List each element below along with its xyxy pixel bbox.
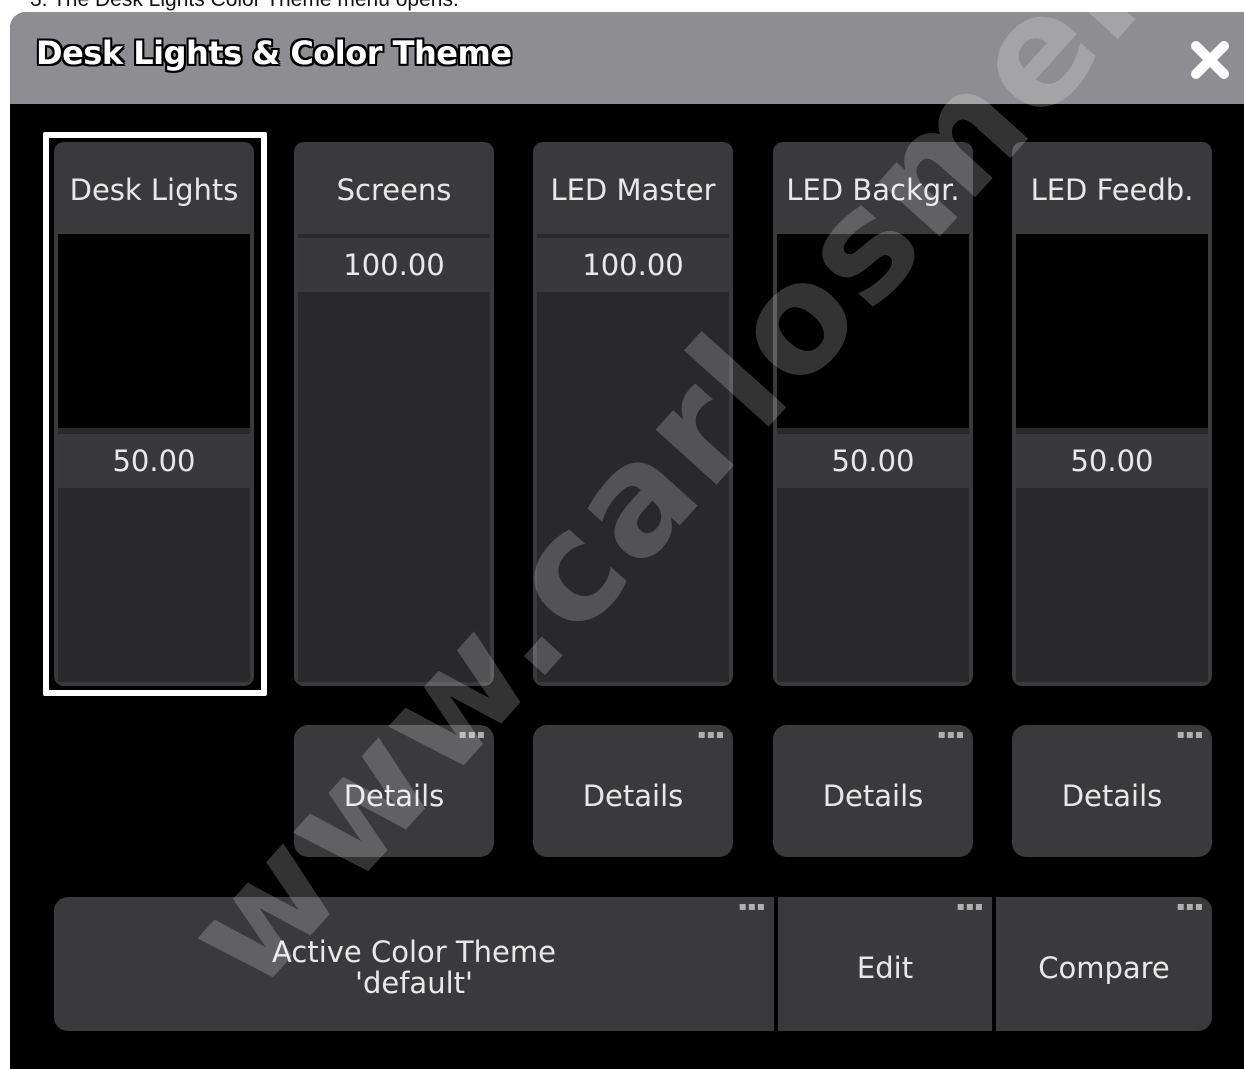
compare-label: Compare xyxy=(1038,951,1170,985)
fader-value: 100.00 xyxy=(298,238,490,292)
details-label: Details xyxy=(343,779,445,813)
fader-value: 50.00 xyxy=(777,434,969,488)
details-button-screens[interactable]: ▪▪▪ Details xyxy=(294,725,494,857)
details-label: Details xyxy=(1061,779,1163,813)
more-dots-icon: ▪▪▪ xyxy=(458,727,486,741)
theme-label: Active Color Theme xyxy=(272,935,556,969)
details-button-led-master[interactable]: ▪▪▪ Details xyxy=(533,725,733,857)
fader-fill xyxy=(537,234,729,682)
theme-name: 'default' xyxy=(355,966,473,1000)
compare-theme-button[interactable]: ▪▪▪ Compare xyxy=(996,897,1212,1031)
more-dots-icon: ▪▪▪ xyxy=(1176,899,1204,913)
more-dots-icon: ▪▪▪ xyxy=(697,727,725,741)
selection-frame xyxy=(43,132,267,696)
fader-label: Screens xyxy=(336,173,452,207)
edit-theme-button[interactable]: ▪▪▪ Edit xyxy=(778,897,992,1031)
fader-led-feedback[interactable]: LED Feedb. 50.00 xyxy=(1012,142,1212,686)
window-title: Desk Lights & Color Theme xyxy=(36,34,512,72)
desk-lights-window: Desk Lights & Color Theme Desk Lights 50… xyxy=(10,12,1244,1069)
fader-track[interactable]: 50.00 xyxy=(1016,234,1208,682)
details-button-led-feedback[interactable]: ▪▪▪ Details xyxy=(1012,725,1212,857)
fader-value: 100.00 xyxy=(537,238,729,292)
more-dots-icon: ▪▪▪ xyxy=(937,727,965,741)
fader-led-background[interactable]: LED Backgr. 50.00 xyxy=(773,142,973,686)
fader-screens[interactable]: Screens 100.00 xyxy=(294,142,494,686)
fader-led-master[interactable]: LED Master 100.00 xyxy=(533,142,733,686)
fader-track[interactable]: 100.00 xyxy=(298,234,490,682)
edit-label: Edit xyxy=(856,951,914,985)
fader-track[interactable]: 50.00 xyxy=(777,234,969,682)
close-x-icon[interactable] xyxy=(1188,38,1232,82)
fader-fill xyxy=(298,234,490,682)
active-color-theme-button[interactable]: ▪▪▪ Active Color Theme 'default' xyxy=(54,897,774,1031)
more-dots-icon: ▪▪▪ xyxy=(956,899,984,913)
fader-track[interactable]: 100.00 xyxy=(537,234,729,682)
fader-label: LED Backgr. xyxy=(786,173,960,207)
details-label: Details xyxy=(582,779,684,813)
details-label: Details xyxy=(822,779,924,813)
more-dots-icon: ▪▪▪ xyxy=(1176,727,1204,741)
fader-value: 50.00 xyxy=(1016,434,1208,488)
fader-label: LED Master xyxy=(550,173,716,207)
fader-label: LED Feedb. xyxy=(1030,173,1194,207)
window-titlebar: Desk Lights & Color Theme xyxy=(10,12,1244,104)
more-dots-icon: ▪▪▪ xyxy=(738,899,766,913)
details-button-led-background[interactable]: ▪▪▪ Details xyxy=(773,725,973,857)
